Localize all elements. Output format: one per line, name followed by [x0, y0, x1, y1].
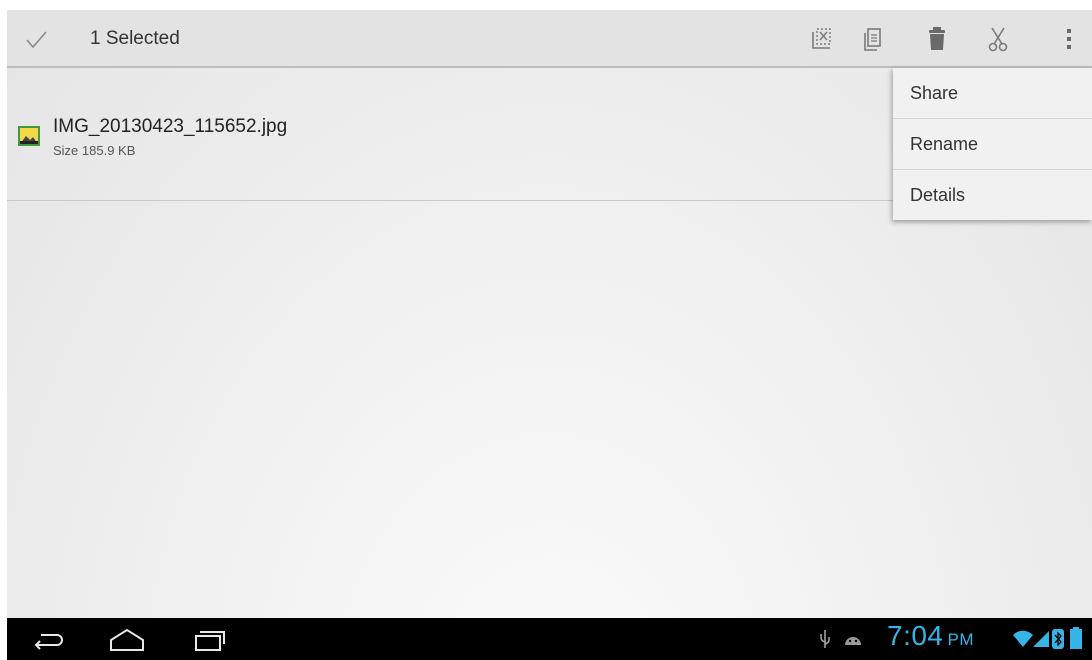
delete-icon[interactable]: [923, 24, 951, 54]
file-name: IMG_20130423_115652.jpg: [53, 116, 288, 137]
image-file-icon: [17, 125, 41, 147]
menu-item-share[interactable]: Share: [893, 68, 1092, 119]
contextual-action-bar: 1 Selected: [7, 10, 1092, 68]
overflow-menu-icon[interactable]: [1055, 24, 1083, 54]
done-check-icon[interactable]: [21, 24, 51, 54]
selection-count-title: 1 Selected: [90, 28, 180, 49]
back-icon[interactable]: [29, 626, 69, 654]
screen: 1 Selected IMG_20130423_115652.jpg Size …: [7, 10, 1092, 660]
home-icon[interactable]: [107, 626, 147, 654]
clock-ampm: PM: [947, 630, 974, 649]
signal-icon: [1032, 630, 1050, 653]
usb-icon: [819, 628, 831, 655]
clock-time: 7:04: [887, 620, 944, 651]
menu-item-details[interactable]: Details: [893, 170, 1092, 220]
bluetooth-icon: [1052, 629, 1064, 654]
file-size: Size 185.9 KB: [53, 143, 136, 158]
recent-apps-icon[interactable]: [190, 626, 230, 654]
android-debug-icon: [843, 631, 863, 652]
battery-icon: [1070, 627, 1082, 654]
cut-icon[interactable]: [984, 24, 1012, 54]
overflow-popup-menu: Share Rename Details: [893, 68, 1092, 220]
system-navigation-bar: 7:04 PM: [7, 618, 1092, 660]
wifi-icon: [1012, 630, 1034, 653]
menu-item-rename[interactable]: Rename: [893, 119, 1092, 170]
select-none-icon[interactable]: [808, 24, 836, 54]
copy-icon[interactable]: [859, 24, 887, 54]
status-clock: 7:04 PM: [887, 620, 974, 652]
